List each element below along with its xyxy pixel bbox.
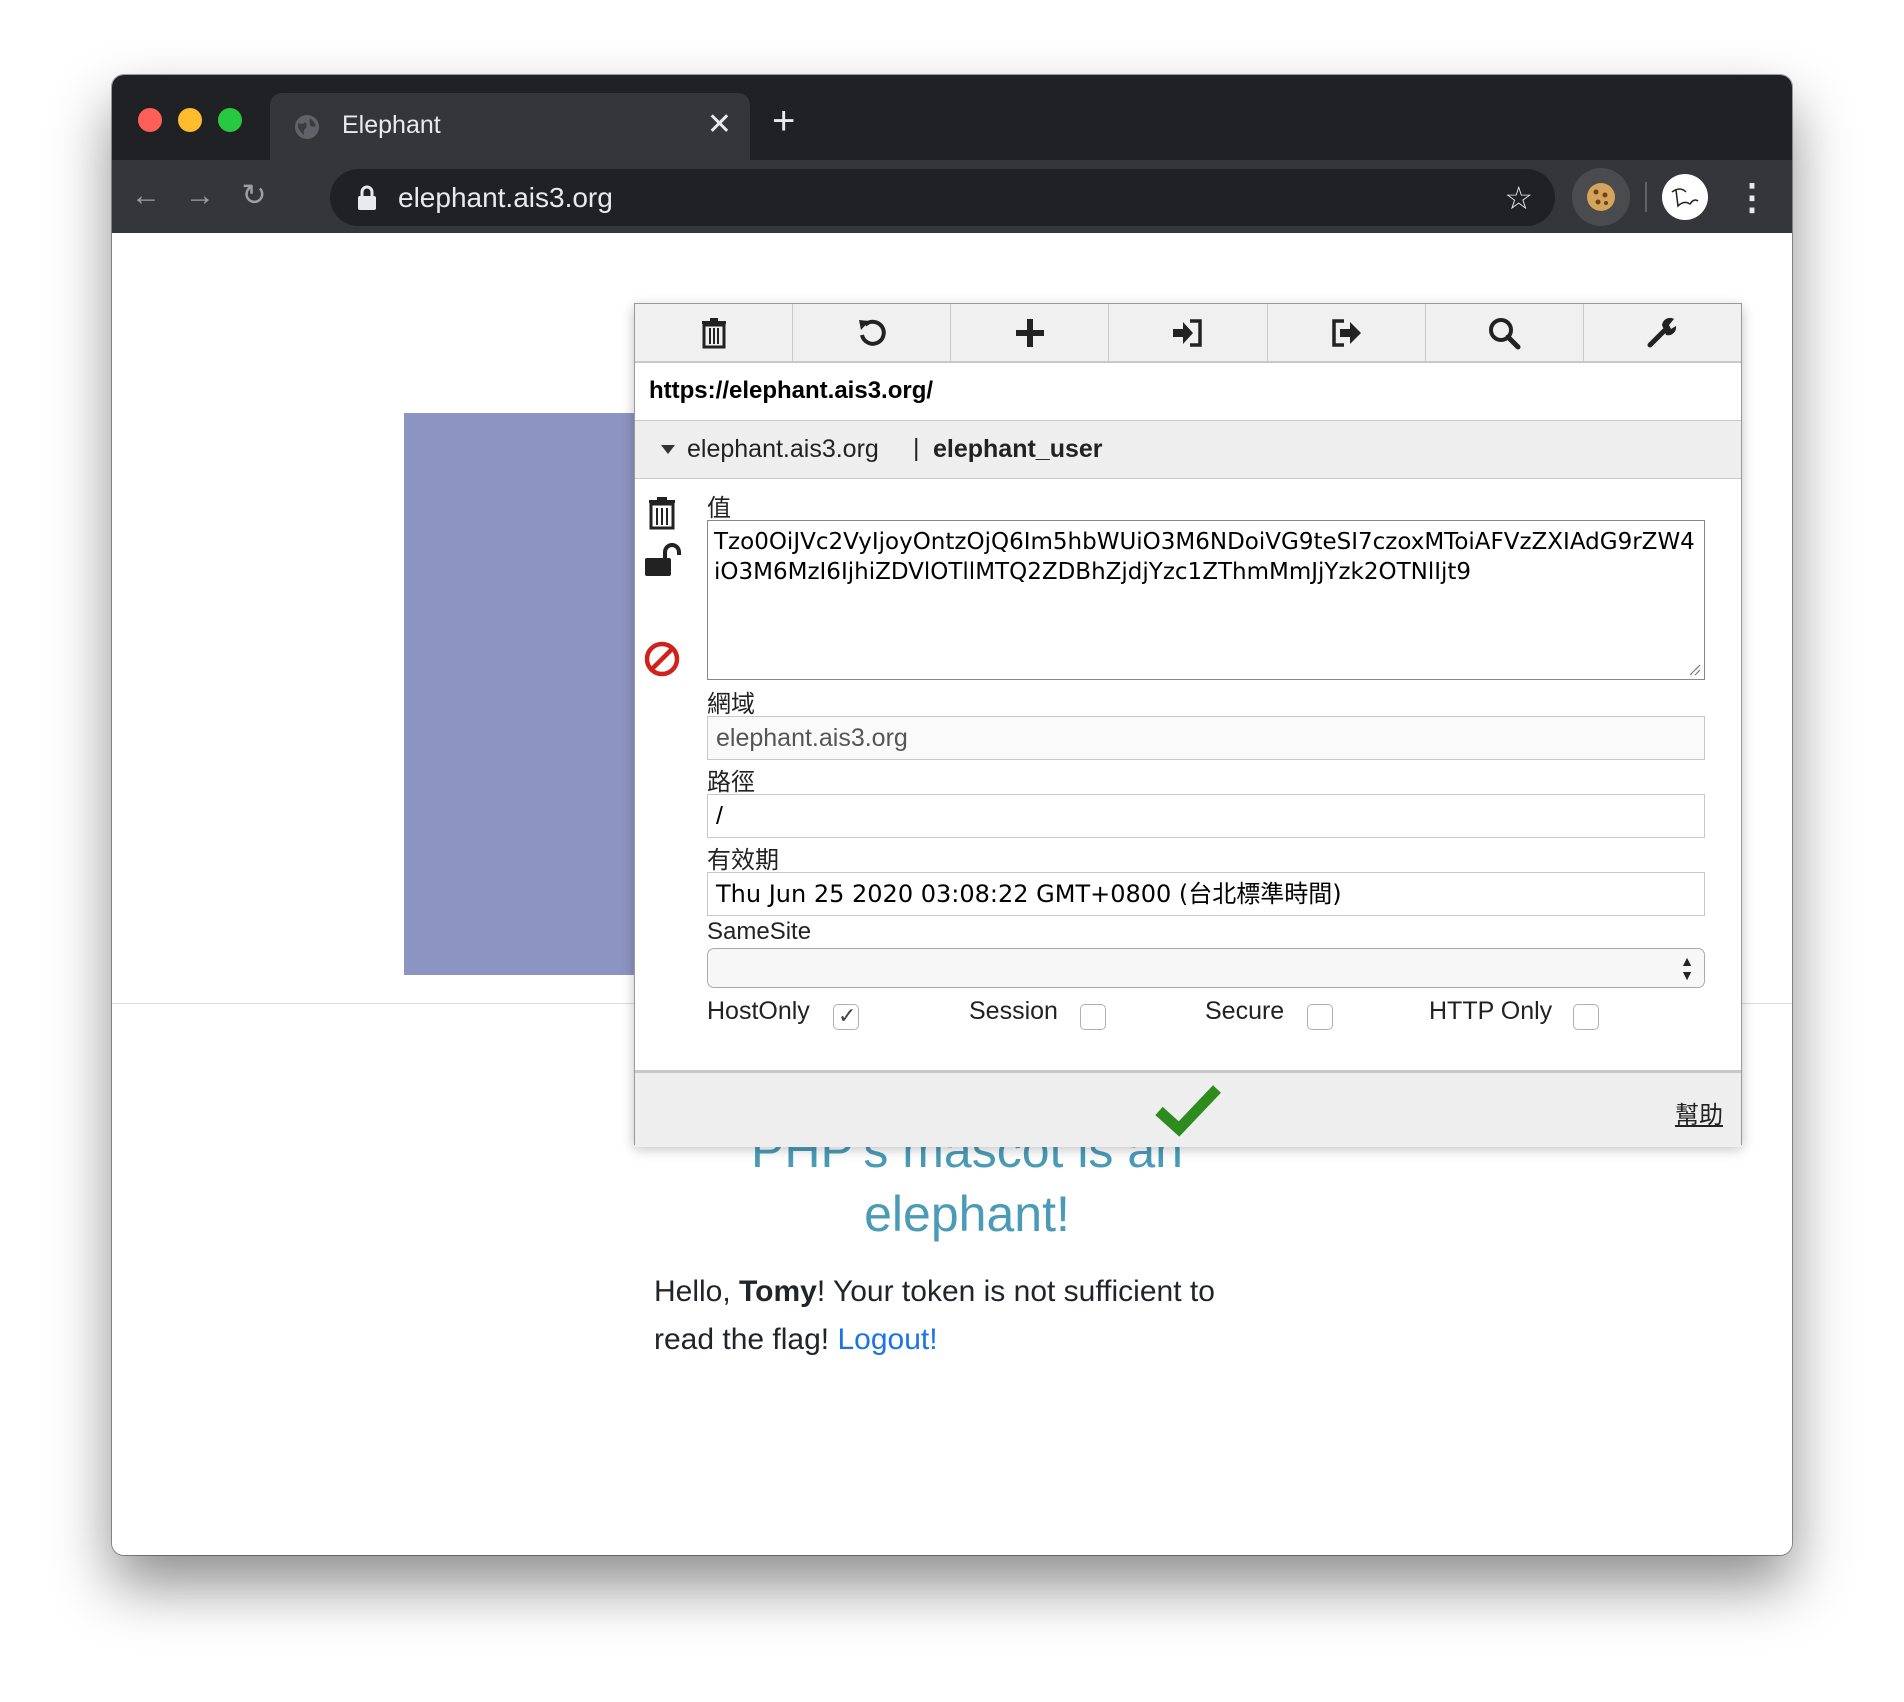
path-label: 路徑 <box>707 769 755 796</box>
zoom-window-button[interactable] <box>218 108 242 132</box>
trash-icon <box>701 317 726 348</box>
cookie-header-separator: | <box>913 434 920 462</box>
session-checkbox[interactable] <box>1080 1004 1106 1030</box>
select-arrows-icon: ▲ ▼ <box>1680 953 1694 983</box>
value-textarea[interactable]: Tzo0OiJVc2VyIjoyOntzOjQ6Im5hbWUiO3M6NDoi… <box>707 520 1705 680</box>
expires-field[interactable]: Thu Jun 25 2020 03:08:22 GMT+0800 (台北標準時… <box>707 872 1705 916</box>
httponly-label: HTTP Only <box>1429 997 1553 1025</box>
hostonly-checkbox[interactable]: ✓ <box>833 1003 859 1030</box>
minimize-window-button[interactable] <box>178 108 202 132</box>
undo-icon <box>858 319 886 346</box>
address-bar[interactable]: elephant.ais3.org ☆ <box>330 169 1555 226</box>
samesite-label: SameSite <box>707 918 812 945</box>
site-url: https://elephant.ais3.org/ <box>649 377 934 404</box>
save-checkmark-icon[interactable] <box>1155 1083 1221 1137</box>
hostonly-label: HostOnly <box>707 997 810 1025</box>
search-icon <box>1489 317 1521 349</box>
domain-field[interactable]: elephant.ais3.org <box>707 716 1705 760</box>
samesite-select[interactable]: ▲ ▼ <box>707 948 1705 988</box>
help-link[interactable]: 幫助 <box>1675 1095 1723 1130</box>
session-label: Session <box>969 997 1058 1025</box>
domain-label: 網域 <box>707 691 755 718</box>
title-bar: Elephant ✕ + <box>112 75 1792 160</box>
resize-handle-icon[interactable] <box>1687 662 1701 676</box>
tab-elephant[interactable]: Elephant ✕ <box>270 93 750 160</box>
close-window-button[interactable] <box>138 108 162 132</box>
globe-icon <box>295 115 319 139</box>
user-name: Tomy <box>739 1275 817 1308</box>
delete-all-button[interactable] <box>635 304 794 361</box>
site-url-bar: https://elephant.ais3.org/ <box>635 363 1741 421</box>
path-field[interactable]: / <box>707 794 1705 838</box>
value-text: Tzo0OiJVc2VyIjoyOntzOjQ6Im5hbWUiO3M6NDoi… <box>714 529 1695 585</box>
logout-link[interactable]: Logout! <box>837 1323 937 1356</box>
plus-icon <box>1015 318 1044 347</box>
forward-button[interactable]: → <box>182 178 218 214</box>
block-icon[interactable] <box>643 640 681 678</box>
cookie-header-name: elephant_user <box>933 435 1103 463</box>
export-icon <box>1332 318 1362 347</box>
signature-avatar-icon <box>1671 188 1699 208</box>
secure-label: Secure <box>1205 997 1285 1025</box>
import-button[interactable] <box>1109 304 1268 361</box>
expires-label: 有效期 <box>707 847 779 874</box>
lock-icon <box>358 185 376 210</box>
cookie-extension-button[interactable] <box>1572 168 1630 226</box>
export-button[interactable] <box>1268 304 1426 361</box>
toolbar-separator <box>1645 182 1647 212</box>
browser-window: Elephant ✕ + ← → ↻ elephant.ais3.org ☆ ⋮… <box>112 75 1792 1555</box>
editor-footer: 幫助 <box>635 1070 1741 1147</box>
checkmark-icon: ✓ <box>838 1003 857 1028</box>
reload-button[interactable]: ↻ <box>236 178 272 214</box>
editor-toolbar <box>635 304 1741 363</box>
cookie-editor-popup: https://elephant.ais3.org/ elephant.ais3… <box>634 303 1742 1147</box>
new-tab-button[interactable]: + <box>772 101 795 141</box>
cookie-header-domain: elephant.ais3.org <box>687 435 879 463</box>
browser-toolbar: ← → ↻ elephant.ais3.org ☆ ⋮ <box>112 160 1792 233</box>
value-label: 值 <box>707 495 731 522</box>
greeting-prefix: Hello, <box>654 1275 740 1308</box>
bookmark-star-icon[interactable]: ☆ <box>1504 179 1533 217</box>
secure-checkbox[interactable] <box>1307 1004 1333 1030</box>
expand-triangle-icon[interactable] <box>661 445 675 454</box>
cookie-icon <box>1587 183 1615 211</box>
httponly-checkbox[interactable] <box>1573 1004 1599 1030</box>
add-cookie-button[interactable] <box>951 304 1110 361</box>
menu-kebab-icon[interactable]: ⋮ <box>1734 174 1770 220</box>
close-tab-icon[interactable]: ✕ <box>707 108 732 142</box>
delete-cookie-trash-icon[interactable] <box>643 494 681 532</box>
wrench-icon <box>1647 317 1677 347</box>
search-button[interactable] <box>1426 304 1584 361</box>
back-button[interactable]: ← <box>128 178 164 214</box>
cookie-header[interactable]: elephant.ais3.org | elephant_user <box>635 421 1741 479</box>
url-text: elephant.ais3.org <box>398 182 613 213</box>
tab-title: Elephant <box>342 111 441 139</box>
greeting-text: Hello, Tomy! Your token is not sufficien… <box>654 1268 1254 1364</box>
import-icon <box>1172 318 1202 347</box>
unlock-icon[interactable] <box>643 542 681 580</box>
profile-avatar[interactable] <box>1662 174 1708 220</box>
reset-button[interactable] <box>793 304 952 361</box>
options-button[interactable] <box>1584 304 1741 361</box>
